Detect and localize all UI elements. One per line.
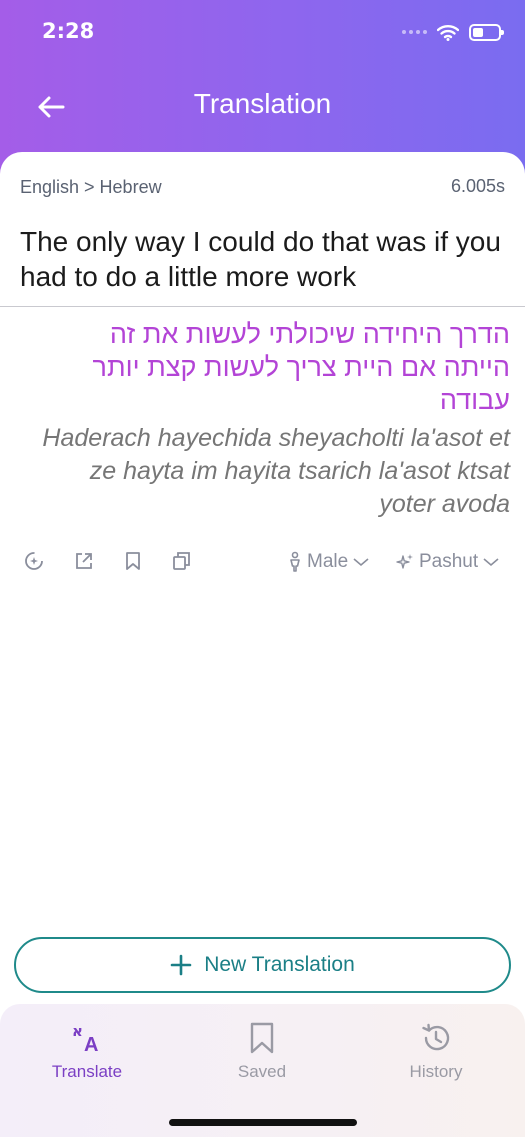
new-translation-button[interactable]: New Translation — [14, 937, 511, 993]
page-title: Translation — [193, 88, 332, 119]
style-value: Pashut — [419, 551, 479, 572]
tab-history-label: History — [409, 1062, 463, 1081]
chevron-down-icon — [483, 558, 499, 567]
person-icon — [290, 551, 300, 572]
action-row: Male Pashut — [0, 548, 525, 576]
svg-text:A: A — [84, 1034, 98, 1054]
tab-translate[interactable]: א A Translate — [27, 1022, 147, 1082]
home-indicator — [169, 1119, 357, 1126]
translation-duration: 6.005s — [450, 176, 505, 196]
copy-icon[interactable] — [171, 550, 193, 572]
status-icons — [402, 20, 504, 44]
bookmark-icon — [250, 1022, 274, 1054]
source-text: The only way I could do that was if you … — [20, 226, 501, 292]
gender-value: Male — [307, 551, 349, 572]
divider — [0, 306, 525, 307]
status-time: 2:28 — [42, 19, 95, 43]
language-pair: English > Hebrew — [20, 177, 162, 197]
header: 2:28 Translation — [0, 0, 525, 175]
tab-saved-label: Saved — [237, 1062, 287, 1081]
svg-text:א: א — [72, 1022, 83, 1040]
sparkle-icon — [396, 554, 413, 569]
transliteration: Haderach hayechida sheyacholti la'asot e… — [42, 424, 510, 518]
cellular-signal-icon — [402, 30, 427, 34]
battery-icon — [469, 23, 504, 41]
history-icon — [422, 1023, 450, 1051]
share-icon[interactable] — [73, 550, 95, 572]
chevron-down-icon — [353, 558, 369, 567]
tab-bar: א A Translate Saved History — [0, 1004, 525, 1137]
bookmark-icon[interactable] — [122, 550, 144, 572]
new-translation-label: New Translation — [204, 953, 355, 976]
plus-icon — [170, 954, 192, 976]
style-dropdown[interactable]: Pashut — [396, 548, 499, 576]
tab-translate-label: Translate — [51, 1062, 123, 1081]
tab-history[interactable]: History — [376, 1022, 496, 1082]
gender-dropdown[interactable]: Male — [288, 548, 369, 576]
regenerate-icon[interactable] — [23, 550, 45, 572]
translate-icon: א A — [72, 1022, 98, 1054]
wifi-icon — [437, 24, 459, 41]
tab-saved[interactable]: Saved — [202, 1022, 322, 1082]
hebrew-translation: הדרך היחידה שיכולתי לעשות את זה הייתה אם… — [92, 319, 510, 415]
